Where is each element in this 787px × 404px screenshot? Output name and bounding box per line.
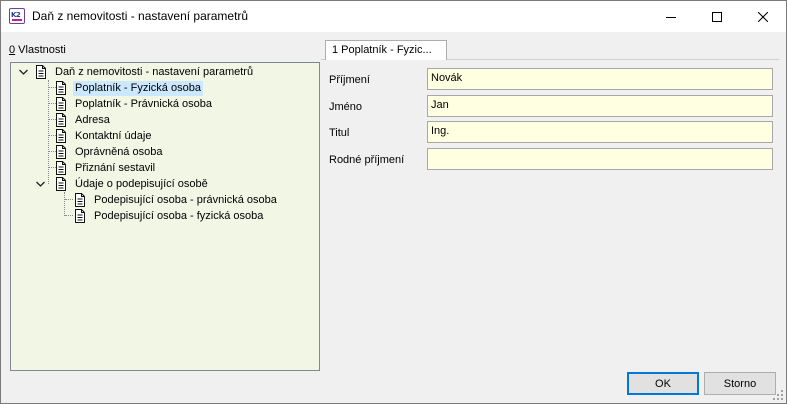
tree-subitem-pravnicka-osoba[interactable]: Podepisující osoba - právnická osoba <box>73 192 279 208</box>
tree-item-label: Adresa <box>75 113 110 126</box>
jmeno-input[interactable]: Jan <box>427 95 773 117</box>
close-button[interactable] <box>740 1 786 32</box>
tree-item-label: Poplatník - Právnická osoba <box>75 97 212 110</box>
document-icon <box>56 129 66 143</box>
field-label-titul: Titul <box>329 127 350 139</box>
document-icon <box>75 209 85 223</box>
storno-button[interactable]: Storno <box>704 372 776 395</box>
tree-item-label: Poplatník - Fyzická osoba <box>73 80 203 96</box>
tab-poplatnik-fyzicka[interactable]: 1 Poplatník - Fyzic... <box>325 40 447 60</box>
rodne-prijmeni-input[interactable] <box>427 148 773 170</box>
tree-item-podepisujici-osoba[interactable]: Údaje o podepisující osobě <box>54 176 210 192</box>
tree-item-label: Údaje o podepisující osobě <box>75 177 208 190</box>
document-icon <box>56 113 66 127</box>
tree-root-label: Daň z nemovitosti - nastavení parametrů <box>55 65 254 78</box>
field-label-prijmeni: Příjmení <box>329 74 370 86</box>
tree-item-kontaktni-udaje[interactable]: Kontaktní údaje <box>54 128 153 144</box>
tree-item-priznani-sestavil[interactable]: Přiznání sestavil <box>54 160 157 176</box>
close-icon <box>758 11 768 22</box>
tree-item-opravnena-osoba[interactable]: Oprávněná osoba <box>54 144 164 160</box>
title-bar[interactable]: K2 Daň z nemovitosti - nastavení paramet… <box>1 1 786 32</box>
maximize-icon <box>712 11 722 22</box>
ok-button[interactable]: OK <box>627 372 699 395</box>
app-icon-text: K2 <box>11 11 21 19</box>
tree-item-poplatnik-pravnicka[interactable]: Poplatník - Právnická osoba <box>54 96 214 112</box>
dialog-window: K2 Daň z nemovitosti - nastavení paramet… <box>0 0 787 404</box>
tree-item-poplatnik-fyzicka[interactable]: Poplatník - Fyzická osoba <box>54 80 203 96</box>
properties-tree[interactable]: Daň z nemovitosti - nastavení parametrů … <box>10 62 320 371</box>
document-icon <box>36 65 46 79</box>
tree-item-adresa[interactable]: Adresa <box>54 112 112 128</box>
minimize-button[interactable] <box>648 1 694 32</box>
chevron-down-icon[interactable] <box>35 179 46 190</box>
minimize-icon <box>666 16 676 18</box>
properties-label-text: Vlastnosti <box>15 44 66 56</box>
prijmeni-input[interactable]: Novák <box>427 68 773 90</box>
tree-item-label: Kontaktní údaje <box>75 129 152 142</box>
tree-root-node[interactable]: Daň z nemovitosti - nastavení parametrů <box>34 64 255 80</box>
resize-grip-icon[interactable] <box>772 389 784 401</box>
tree-item-label: Oprávněná osoba <box>75 145 163 158</box>
properties-label: 0 Vlastnosti <box>9 44 66 56</box>
document-icon <box>56 161 66 175</box>
document-icon <box>56 97 66 111</box>
titul-input[interactable]: Ing. <box>427 121 773 143</box>
app-icon: K2 <box>9 8 25 24</box>
tree-item-label: Podepisující osoba - právnická osoba <box>94 193 277 206</box>
tree-subitem-fyzicka-osoba[interactable]: Podepisující osoba - fyzická osoba <box>73 208 265 224</box>
maximize-button[interactable] <box>694 1 740 32</box>
document-icon <box>56 145 66 159</box>
field-label-jmeno: Jméno <box>329 101 363 113</box>
chevron-down-icon[interactable] <box>18 67 29 78</box>
field-label-rodne-prijmeni: Rodné příjmení <box>329 154 405 166</box>
document-icon <box>56 177 66 191</box>
tree-item-label: Podepisující osoba - fyzická osoba <box>94 209 264 222</box>
window-title: Daň z nemovitosti - nastavení parametrů <box>32 9 249 23</box>
document-icon <box>75 193 85 207</box>
tree-item-label: Přiznání sestavil <box>75 161 156 174</box>
document-icon <box>56 81 66 95</box>
